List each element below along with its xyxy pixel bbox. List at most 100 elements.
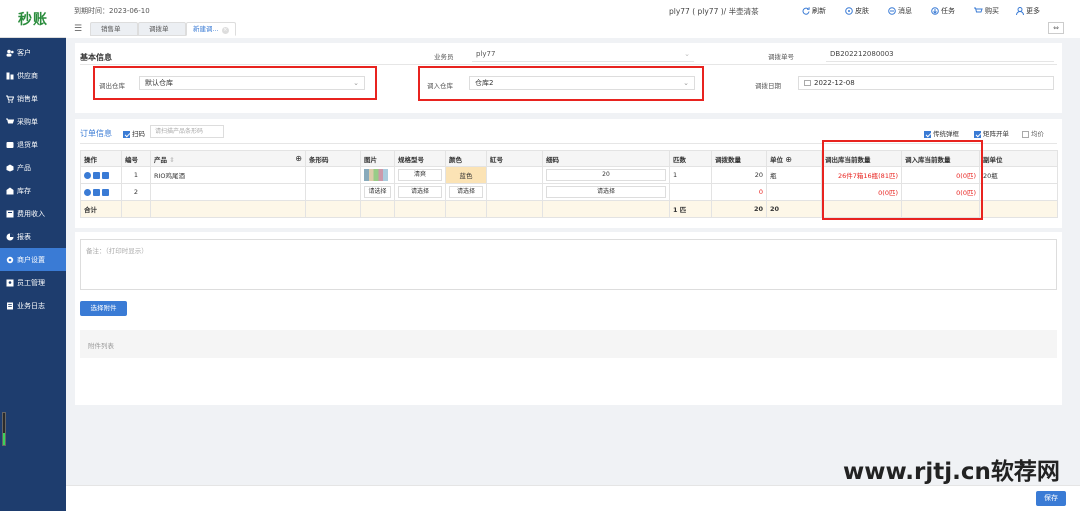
expand-icon[interactable]: ⇔ [1048,22,1064,34]
return-icon [6,141,14,149]
cart-icon [6,95,14,103]
menu-toggle-icon[interactable]: ☰ [74,24,82,34]
message-icon [888,7,896,15]
cell-spec[interactable]: 请选择 [394,183,446,201]
tab-new-transfer[interactable]: 新建调... × [186,22,236,36]
top-bar: 到期时间：2023-06-10 ☰ 销售单 调拨单 新建调... × ply77 … [66,0,1080,38]
sidebar-item-purchase[interactable]: 采购单 [0,110,66,133]
in-warehouse-label: 调入仓库 [427,82,453,90]
sidebar-item-finance[interactable]: 费用收入 [0,202,66,225]
remark-textarea[interactable]: 备注：（打印时显示） [80,239,1057,290]
cell-color[interactable]: 蓝色 [445,166,487,184]
cell-product[interactable]: RIO鸡尾酒 [150,166,306,184]
cell-pieces[interactable] [669,183,712,201]
more-button[interactable]: 更多 [1016,6,1040,16]
order-no-field[interactable]: DB202212080003 [826,48,1054,62]
matrix-order-checkbox[interactable]: 矩阵开单 [974,128,1009,138]
cell-sub-unit [979,183,1058,201]
message-button[interactable]: 消息 [888,6,912,16]
scan-checkbox[interactable]: 扫码 [123,128,145,138]
delete-row-icon[interactable] [84,188,91,196]
cell-detail-code[interactable]: 20 [542,166,670,184]
skin-button[interactable]: 皮肤 [845,6,869,16]
cell-detail-code[interactable]: 请选择 [542,183,670,201]
cell-image[interactable]: 请选择 [360,183,395,201]
cell-batch[interactable] [486,166,543,184]
section-gap [75,228,1062,232]
sidebar-item-customers[interactable]: 客户 [0,41,66,64]
sidebar-item-returns[interactable]: 退货单 [0,133,66,156]
date-picker[interactable]: 2022-12-08 [798,76,1054,90]
cell-color[interactable]: 请选择 [445,183,487,201]
user-info: ply77 ( ply77 )/ 半壶清茶 [669,7,759,16]
buy-button[interactable]: 购买 [974,6,999,16]
out-warehouse-select[interactable]: 默认仓库 ⌄ [139,76,365,90]
add-product-icon[interactable]: ⊕ [295,154,302,163]
chevron-down-icon: ⌄ [353,79,359,87]
finance-icon [6,210,14,218]
close-tab-icon[interactable]: × [221,27,229,34]
staff-icon [6,279,14,287]
sidebar-item-products[interactable]: 产品 [0,156,66,179]
summary-qty: 20 [711,200,767,218]
average-price-checkbox[interactable]: 均价 [1022,128,1044,138]
cell-barcode[interactable] [305,166,361,184]
col-actions: 操作 [80,150,122,167]
sidebar-item-merchant-settings[interactable]: 商户设置 [0,248,66,271]
tab-transfer-order[interactable]: 调拨单 [138,22,186,36]
skin-icon [845,7,853,15]
sidebar-item-inventory[interactable]: 库存 [0,179,66,202]
salesman-select[interactable]: ply77 ⌄ [472,48,694,62]
sort-icon[interactable]: ⇕ [169,156,174,164]
traditional-popup-checkbox[interactable]: 传统弹框 [924,128,959,138]
barcode-scan-input[interactable]: 请扫描产品条形码 [150,125,224,138]
delete-row-icon[interactable] [84,171,91,179]
product-icon [6,164,14,172]
cell-spec[interactable]: 清爽 [394,166,446,184]
cell-pieces[interactable]: 1 [669,166,712,184]
sidebar-item-suppliers[interactable]: 供应商 [0,64,66,87]
attachment-list: 附件列表 [80,330,1057,358]
col-transfer-qty: 调拨数量 [711,150,767,167]
cell-unit[interactable] [766,183,822,201]
sidebar-item-sales[interactable]: 销售单 [0,87,66,110]
row-actions [80,166,122,184]
salesman-label: 业务员 [434,53,454,61]
save-button[interactable]: 保存 [1036,491,1066,506]
task-icon [931,7,939,15]
cart-icon [974,7,983,13]
sidebar-scroll-indicator[interactable] [2,412,6,446]
cell-unit[interactable]: 瓶 [766,166,822,184]
col-image: 图片 [360,150,395,167]
cell-image[interactable] [360,166,395,184]
tab-sales-order[interactable]: 销售单 [90,22,138,36]
in-warehouse-select[interactable]: 仓库2 ⌄ [469,76,695,90]
edit-row-icon[interactable] [102,188,109,196]
chevron-down-icon: ⌄ [683,79,689,87]
cell-product[interactable] [150,183,306,201]
cell-barcode[interactable] [305,183,361,201]
add-unit-icon[interactable]: ⊕ [785,155,792,164]
sidebar-item-logs[interactable]: 业务日志 [0,294,66,317]
cell-transfer-qty[interactable]: 20 [711,166,767,184]
cell-transfer-qty[interactable]: 0 [711,183,767,201]
cell-batch[interactable] [486,183,543,201]
copy-row-icon[interactable] [93,188,100,196]
col-product[interactable]: 产品 ⇕ ⊕ [150,150,306,167]
sidebar-item-staff[interactable]: 员工管理 [0,271,66,294]
checkbox-icon [123,130,130,138]
col-spec: 规格型号 [394,150,446,167]
product-thumbnail[interactable] [364,169,388,181]
copy-row-icon[interactable] [93,171,100,179]
task-button[interactable]: 任务 [931,6,955,16]
edit-row-icon[interactable] [102,171,109,179]
select-attachment-button[interactable]: 选择附件 [80,301,127,316]
supplier-icon [6,72,14,80]
refresh-button[interactable]: 刷新 [802,6,826,16]
cell-number: 2 [121,183,151,201]
sidebar-item-reports[interactable]: 报表 [0,225,66,248]
sidebar: 秒账 客户 供应商 销售单 采购单 退货单 产品 库存 费用收入 报表 商户设置… [0,0,66,511]
divider [80,64,1057,65]
app-logo[interactable]: 秒账 [0,0,66,38]
date-label: 调拨日期 [755,82,781,90]
